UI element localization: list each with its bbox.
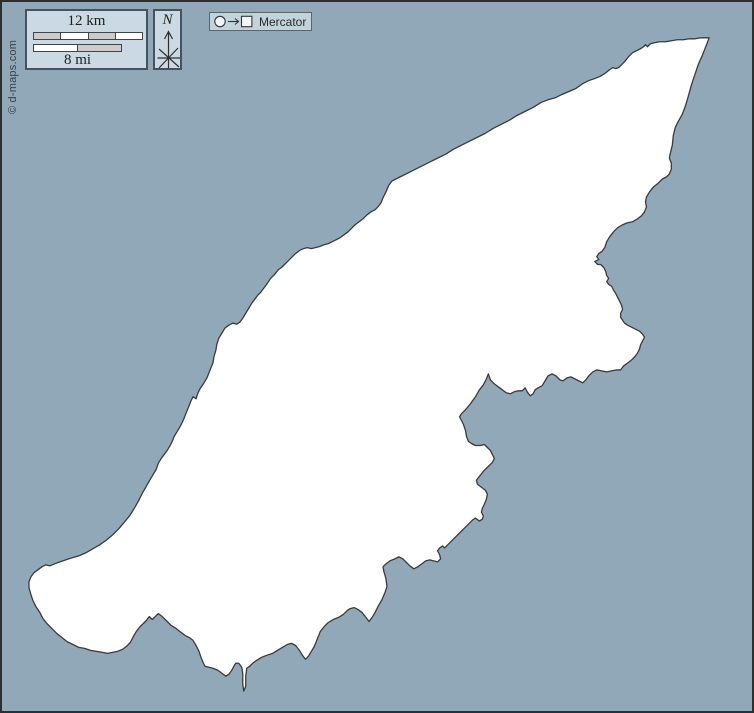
north-label: N <box>155 12 180 28</box>
north-arrow-icon <box>155 28 182 70</box>
scale-mi-label: 8 mi <box>33 52 122 69</box>
projection-badge: Mercator <box>209 12 312 31</box>
scale-bar-mi <box>33 44 122 52</box>
island-outline <box>29 38 709 691</box>
scale-km-label: 12 km <box>27 13 146 30</box>
island-map <box>2 2 752 711</box>
scale-box: 12 km 8 mi <box>25 9 148 70</box>
compass-box: N <box>153 9 182 70</box>
projection-label: Mercator <box>259 15 306 29</box>
projection-transform-icon <box>213 14 255 29</box>
copyright-label: © d-maps.com <box>7 40 19 114</box>
scale-bar-segment <box>115 33 142 39</box>
scale-bar-segment <box>60 33 87 39</box>
scale-bar-segment <box>34 33 60 39</box>
scale-bar-segment <box>88 33 115 39</box>
map-canvas: © d-maps.com 12 km 8 mi N Mercator <box>0 0 754 713</box>
scale-bar-km <box>33 32 143 40</box>
scale-bar-segment <box>77 45 121 51</box>
scale-bar-segment <box>34 45 77 51</box>
